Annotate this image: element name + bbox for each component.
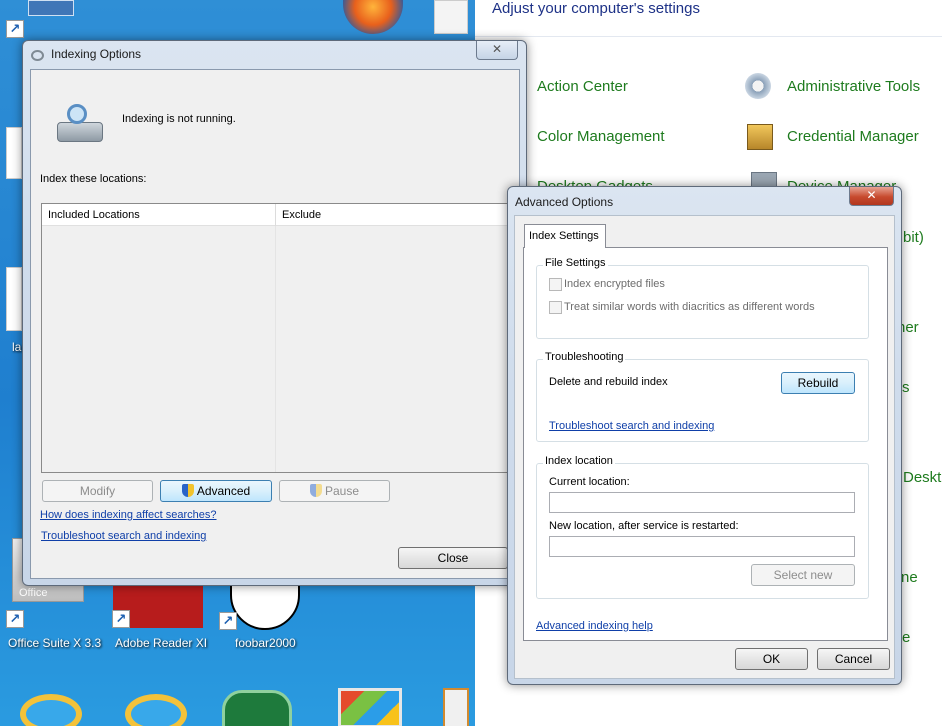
administrative-tools-icon: [745, 73, 771, 99]
column-header-exclude[interactable]: Exclude: [282, 209, 321, 221]
cp-item-color-management[interactable]: Color Management: [537, 128, 665, 145]
internet-explorer-icon[interactable]: [20, 694, 82, 726]
window-title: Advanced Options: [515, 195, 614, 209]
ok-button[interactable]: OK: [735, 648, 808, 670]
how-indexing-affects-link[interactable]: How does indexing affect searches?: [40, 509, 217, 521]
column-header-included[interactable]: Included Locations: [48, 209, 140, 221]
shortcut-arrow-icon: ↗: [6, 20, 24, 38]
close-window-button[interactable]: ✕: [476, 41, 518, 60]
locations-list[interactable]: Included Locations Exclude: [41, 203, 511, 473]
cp-item-fragment[interactable]: e: [902, 629, 910, 646]
new-location-field[interactable]: [549, 536, 855, 557]
group-title: Troubleshooting: [543, 351, 626, 363]
index-locations-label: Index these locations:: [40, 173, 147, 185]
advanced-button-label: Advanced: [196, 484, 251, 498]
indexing-options-window: Indexing Options ✕ Indexing is not runni…: [22, 40, 527, 586]
troubleshooting-group: Troubleshooting Delete and rebuild index…: [536, 351, 869, 442]
group-title: File Settings: [543, 257, 608, 269]
indexing-client-area: Indexing is not running. Index these loc…: [30, 69, 520, 579]
excel-icon[interactable]: [222, 690, 292, 726]
credential-manager-icon: [747, 124, 773, 150]
troubleshoot-link[interactable]: Troubleshoot search and indexing: [549, 420, 714, 432]
column-divider: [275, 204, 276, 226]
cp-item-fragment[interactable]: Deskt: [903, 469, 941, 486]
rebuild-button[interactable]: Rebuild: [781, 372, 855, 394]
tab-panel: File Settings Index encrypted files Trea…: [523, 247, 888, 641]
advanced-indexing-help-link[interactable]: Advanced indexing help: [536, 620, 653, 632]
close-button[interactable]: Close: [398, 547, 508, 569]
cp-item-credential-manager[interactable]: Credential Manager: [787, 128, 919, 145]
advanced-button[interactable]: Advanced: [160, 480, 272, 502]
index-encrypted-checkbox[interactable]: [549, 278, 562, 291]
shortcut-arrow-icon: ↗: [219, 612, 237, 630]
locations-list-header: Included Locations Exclude: [42, 204, 510, 226]
group-title: Index location: [543, 455, 615, 467]
cp-item-administrative-tools[interactable]: Administrative Tools: [787, 78, 920, 95]
shortcut-arrow-icon: ↗: [112, 610, 130, 628]
cp-item-fragment[interactable]: s: [902, 379, 910, 396]
indexing-window-icon: [31, 50, 44, 61]
desktop-icon-label-adobe: Adobe Reader XI: [115, 636, 208, 650]
tab-label: Index Settings: [529, 230, 599, 242]
desktop-icon-label-office: Office Suite X 3.3: [8, 636, 102, 650]
windows-update-icon[interactable]: [338, 688, 402, 726]
current-location-field[interactable]: [549, 492, 855, 513]
indexing-status-icon: [53, 104, 105, 144]
desktop-label-fragment: la: [12, 340, 22, 354]
window-title: Indexing Options: [51, 47, 142, 61]
diacritics-checkbox[interactable]: [549, 301, 562, 314]
doc-icon[interactable]: [6, 267, 22, 331]
select-new-button[interactable]: Select new: [751, 564, 855, 586]
cp-item-fragment[interactable]: ne: [901, 569, 918, 586]
firefox-icon[interactable]: [343, 0, 403, 34]
column-divider: [275, 226, 276, 472]
cp-item-action-center[interactable]: Action Center: [537, 78, 628, 95]
troubleshoot-link[interactable]: Troubleshoot search and indexing: [41, 530, 206, 542]
file-icon[interactable]: [6, 127, 22, 179]
current-location-label: Current location:: [549, 476, 630, 488]
office-tile-text: Office: [19, 587, 48, 599]
desktop-icon-label-foobar: foobar2000: [235, 636, 296, 650]
modify-button[interactable]: Modify: [42, 480, 153, 502]
advanced-client-area: Index Settings File Settings Index encry…: [514, 215, 895, 679]
control-panel-header: Adjust your computer's settings: [492, 0, 700, 17]
rebuild-label: Delete and rebuild index: [549, 376, 668, 388]
shield-icon: [181, 484, 194, 497]
new-location-label: New location, after service is restarted…: [549, 520, 739, 532]
shield-icon: [309, 484, 322, 497]
divider: [475, 36, 942, 37]
cp-item-fragment[interactable]: bit): [903, 229, 924, 246]
close-window-button[interactable]: ✕: [849, 187, 894, 206]
window-icon[interactable]: [443, 688, 469, 726]
index-location-group: Index location Current location: New loc…: [536, 455, 869, 599]
file-settings-group: File Settings Index encrypted files Trea…: [536, 257, 869, 339]
internet-explorer-icon[interactable]: [125, 694, 187, 726]
foobar2000-icon[interactable]: [230, 582, 300, 630]
checkbox-label: Index encrypted files: [564, 278, 665, 290]
document-icon[interactable]: [434, 0, 468, 34]
cancel-button[interactable]: Cancel: [817, 648, 890, 670]
pause-button[interactable]: Pause: [279, 480, 390, 502]
pause-button-label: Pause: [324, 484, 360, 498]
network-icon[interactable]: [28, 0, 74, 16]
checkbox-label: Treat similar words with diacritics as d…: [564, 301, 815, 313]
shortcut-arrow-icon: ↗: [6, 610, 24, 628]
advanced-options-window: Advanced Options ✕ Index Settings File S…: [507, 186, 902, 685]
indexing-status-text: Indexing is not running.: [122, 113, 236, 125]
tab-index-settings[interactable]: Index Settings: [524, 224, 606, 248]
